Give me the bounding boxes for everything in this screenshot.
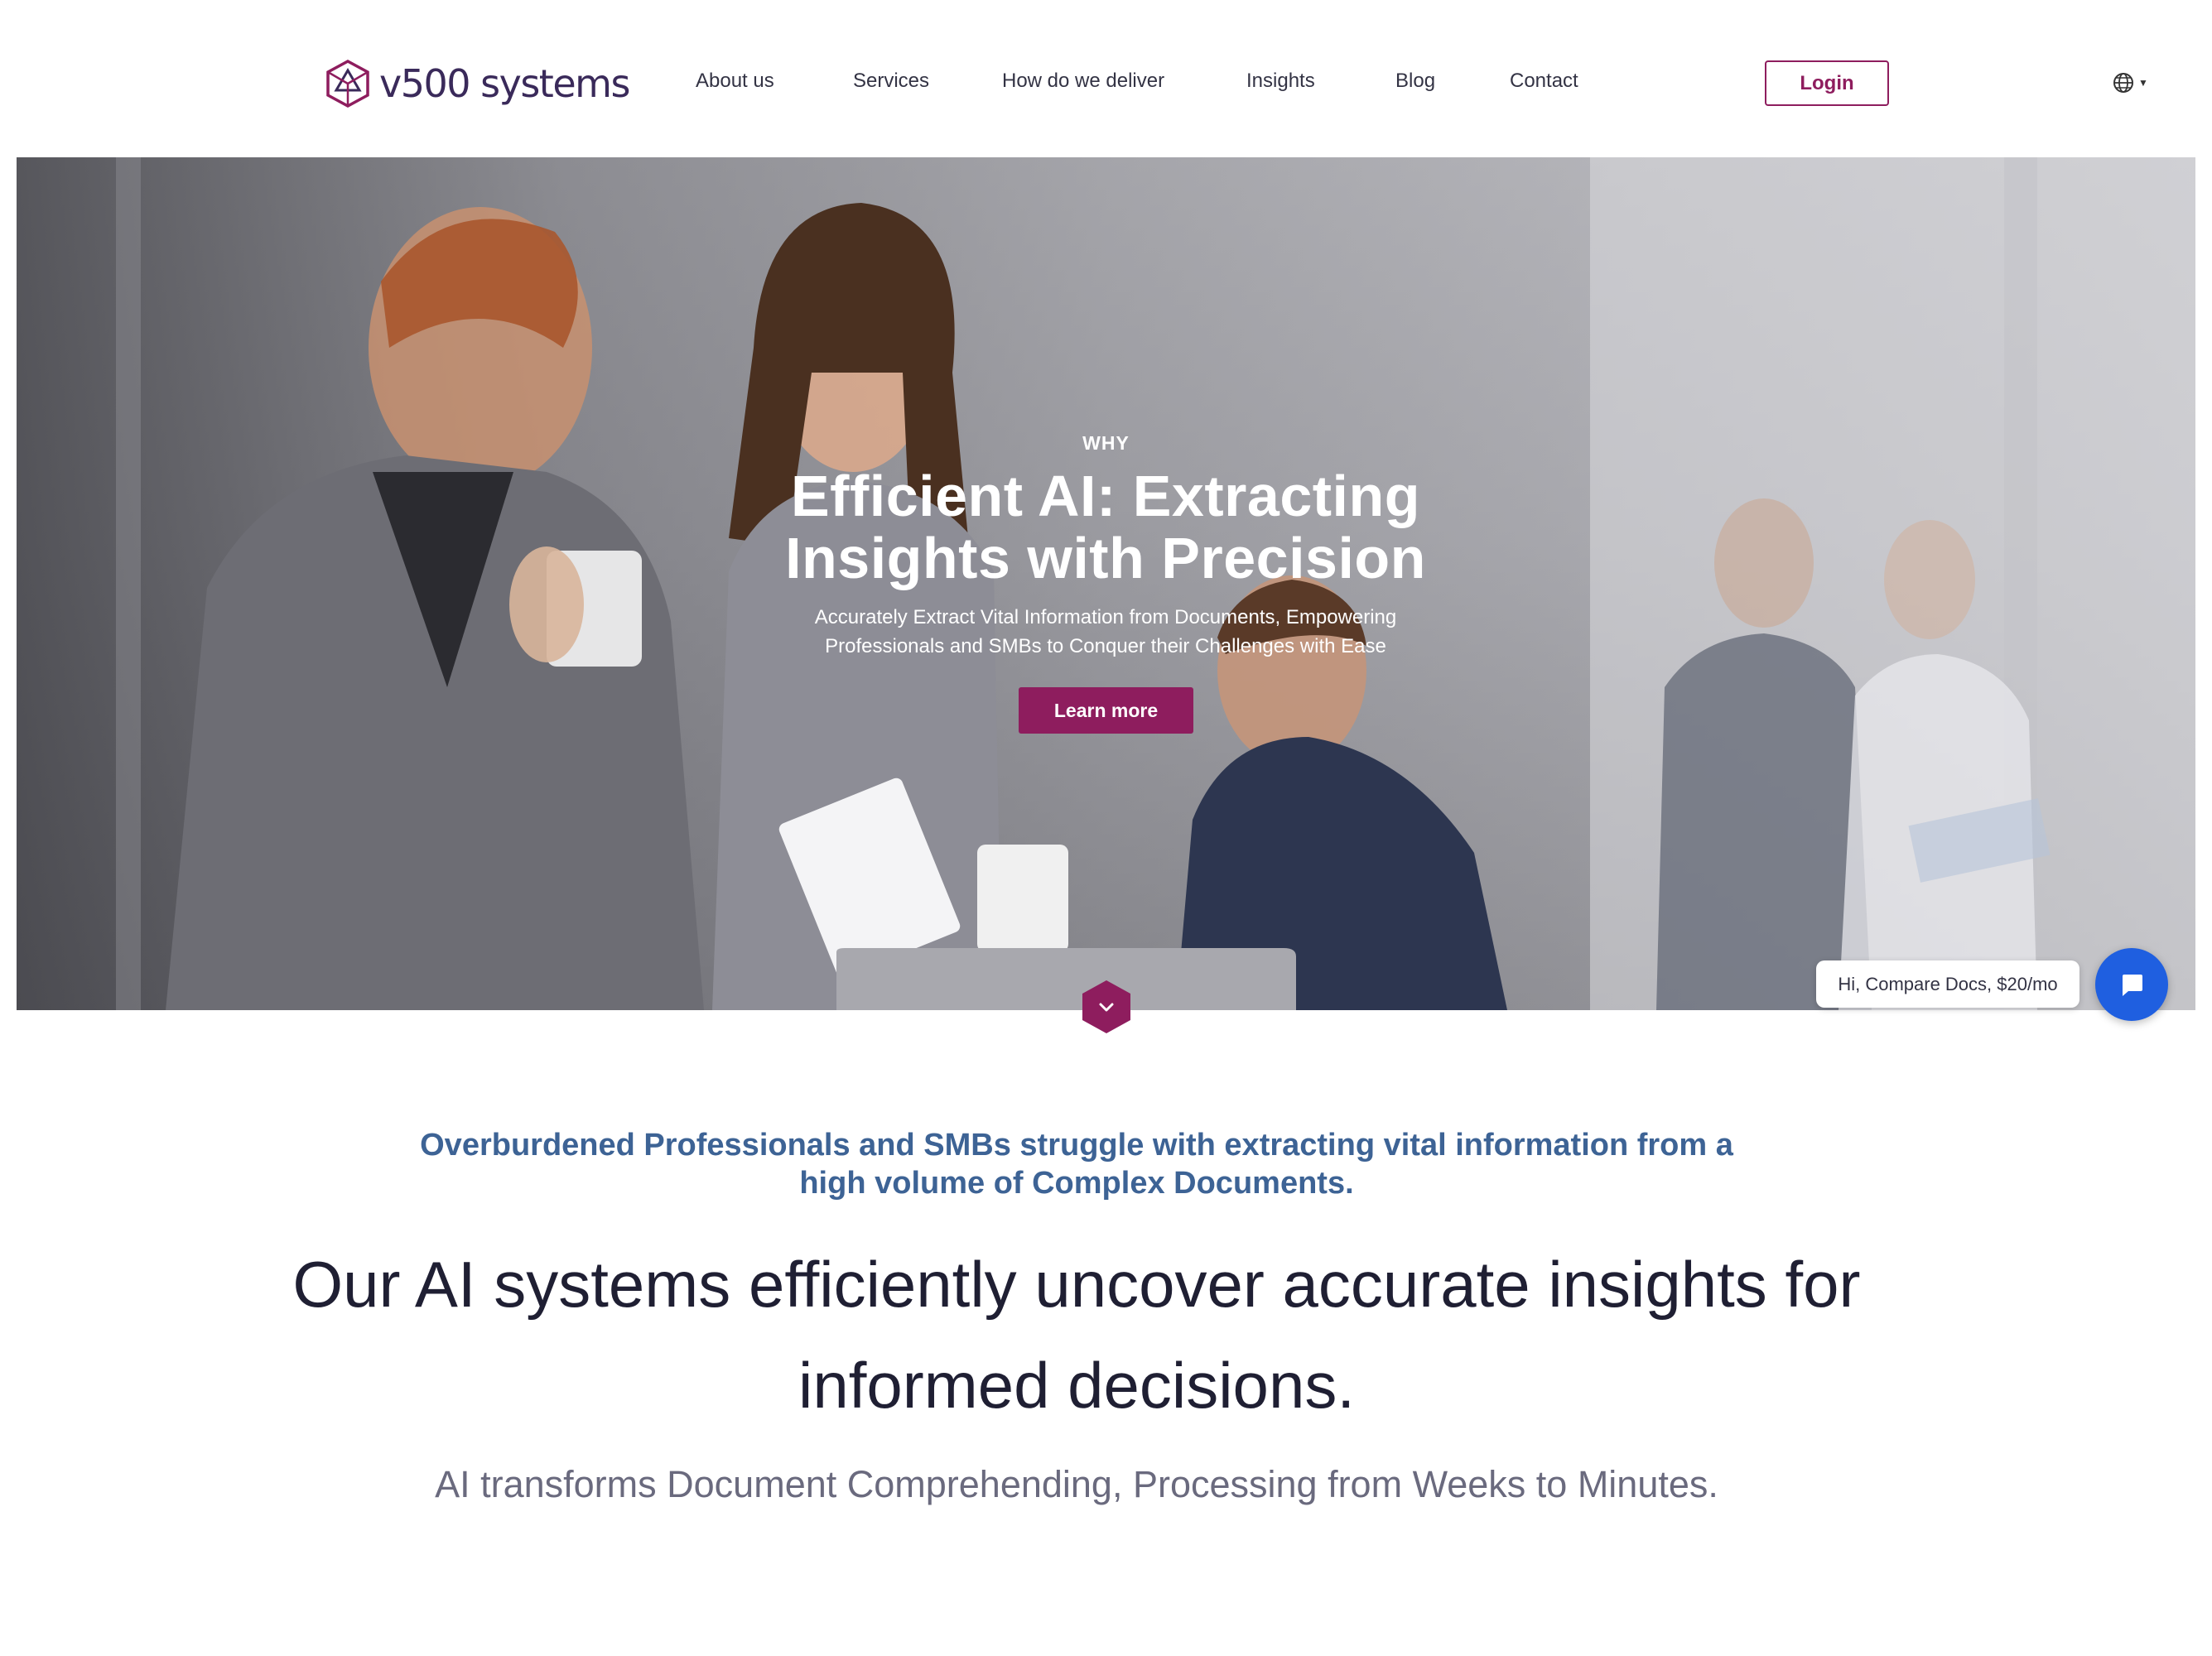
nav-how-do-we-deliver[interactable]: How do we deliver <box>1002 70 1164 93</box>
intro-lead: Overburdened Professionals and SMBs stru… <box>420 1128 1733 1201</box>
site-header: v500 systems About us Services How do we… <box>0 0 2212 157</box>
intro-subline: AI transforms Document Comprehending, Pr… <box>435 1463 1718 1505</box>
intro-headline: Our AI systems efficiently uncover accur… <box>292 1248 1861 1422</box>
hero-title: Efficient AI: Extracting Insights with P… <box>785 464 1426 590</box>
chat-greeting-bubble[interactable]: Hi, Compare Docs, $20/mo <box>1816 960 2079 1008</box>
globe-icon <box>2113 73 2133 93</box>
hero-eyebrow: WHY <box>1082 432 1130 454</box>
scroll-down-button[interactable] <box>1081 979 1132 1035</box>
logo[interactable]: v500 systems <box>325 58 630 109</box>
logo-icon <box>326 60 369 108</box>
nav-contact[interactable]: Contact <box>1510 70 1578 93</box>
hero-content: WHY Efficient AI: Extracting Insights wi… <box>17 157 2195 1010</box>
chat-launcher-button[interactable] <box>2095 948 2168 1021</box>
caret-down-icon: ▼ <box>2138 77 2148 89</box>
hero-subtitle: Accurately Extract Vital Information fro… <box>814 606 1397 657</box>
nav-blog[interactable]: Blog <box>1395 70 1435 93</box>
hero-banner: WHY Efficient AI: Extracting Insights wi… <box>17 157 2195 1010</box>
nav-services[interactable]: Services <box>853 70 929 93</box>
chat-icon <box>2123 975 2142 996</box>
learn-more-button[interactable]: Learn more <box>1019 687 1193 734</box>
logo-text: v500 systems <box>379 61 630 106</box>
nav-about-us[interactable]: About us <box>696 70 774 93</box>
nav-insights[interactable]: Insights <box>1246 70 1315 93</box>
language-selector[interactable]: ▼ <box>2112 71 2148 94</box>
login-button[interactable]: Login <box>1765 60 1889 106</box>
